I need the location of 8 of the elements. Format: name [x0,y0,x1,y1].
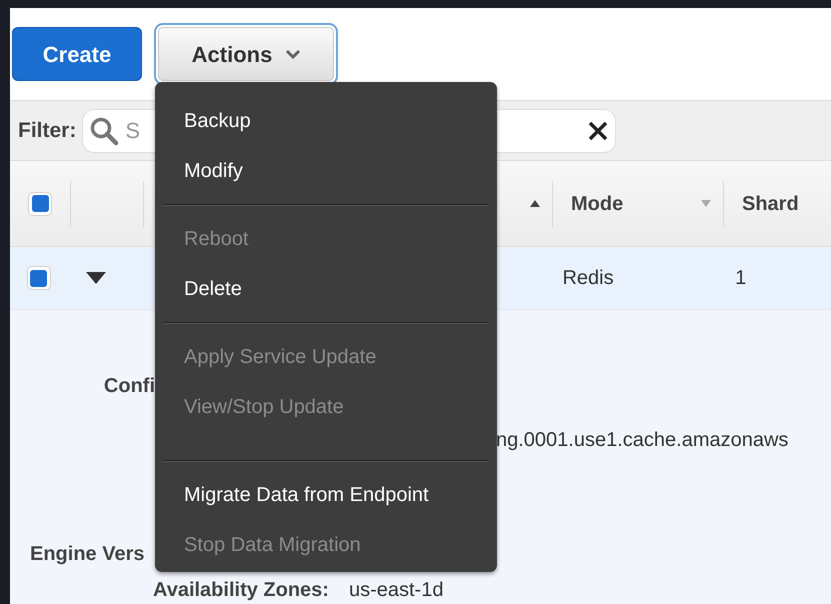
table-cell: Redis [562,267,614,289]
field-label: Engine Vers [30,543,144,565]
field-value: ng.0001.use1.cache.amazonaws [496,429,788,451]
field-label: Availability Zones: [153,578,329,603]
field-label: Confi [104,374,155,399]
field-value: us-east-1d [348,578,444,603]
filter-label: Filter: [18,118,76,144]
table-cell: 1 [735,267,746,289]
